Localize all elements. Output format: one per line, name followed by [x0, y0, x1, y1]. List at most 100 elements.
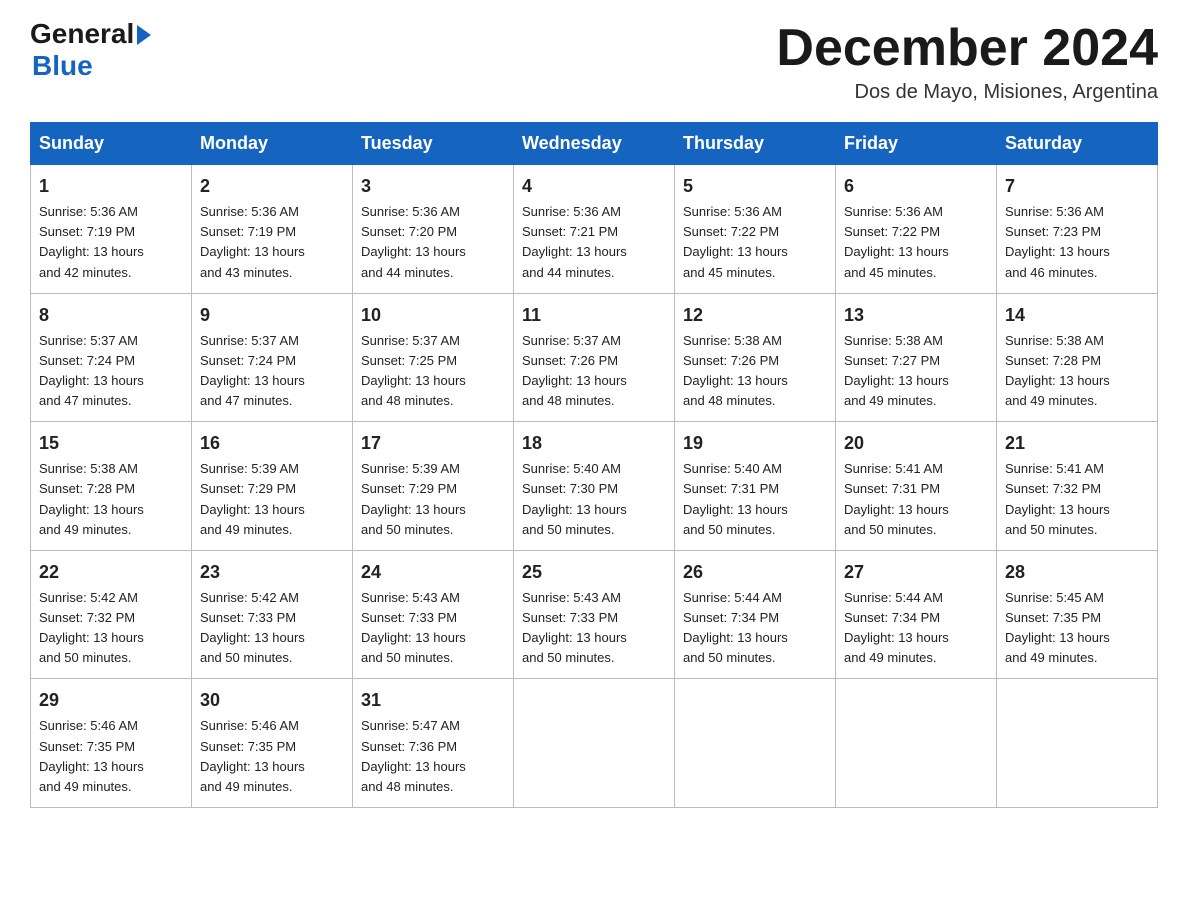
day-number: 20 [844, 430, 988, 457]
day-header-tuesday: Tuesday [353, 123, 514, 165]
calendar-cell: 1 Sunrise: 5:36 AMSunset: 7:19 PMDayligh… [31, 165, 192, 294]
calendar-cell: 20 Sunrise: 5:41 AMSunset: 7:31 PMDaylig… [836, 422, 997, 551]
location-subtitle: Dos de Mayo, Misiones, Argentina [776, 81, 1158, 104]
day-info: Sunrise: 5:36 AMSunset: 7:23 PMDaylight:… [1005, 204, 1110, 279]
calendar-cell: 28 Sunrise: 5:45 AMSunset: 7:35 PMDaylig… [997, 550, 1158, 679]
logo-general-text: General [30, 20, 134, 48]
day-info: Sunrise: 5:42 AMSunset: 7:33 PMDaylight:… [200, 590, 305, 665]
calendar-cell: 31 Sunrise: 5:47 AMSunset: 7:36 PMDaylig… [353, 679, 514, 808]
calendar-cell: 24 Sunrise: 5:43 AMSunset: 7:33 PMDaylig… [353, 550, 514, 679]
day-header-saturday: Saturday [997, 123, 1158, 165]
calendar-cell: 7 Sunrise: 5:36 AMSunset: 7:23 PMDayligh… [997, 165, 1158, 294]
calendar-cell: 11 Sunrise: 5:37 AMSunset: 7:26 PMDaylig… [514, 293, 675, 422]
calendar-cell: 21 Sunrise: 5:41 AMSunset: 7:32 PMDaylig… [997, 422, 1158, 551]
logo-text: General [30, 20, 151, 48]
day-info: Sunrise: 5:41 AMSunset: 7:32 PMDaylight:… [1005, 461, 1110, 536]
day-info: Sunrise: 5:36 AMSunset: 7:22 PMDaylight:… [844, 204, 949, 279]
calendar-cell: 18 Sunrise: 5:40 AMSunset: 7:30 PMDaylig… [514, 422, 675, 551]
calendar-cell: 2 Sunrise: 5:36 AMSunset: 7:19 PMDayligh… [192, 165, 353, 294]
day-number: 24 [361, 559, 505, 586]
day-info: Sunrise: 5:43 AMSunset: 7:33 PMDaylight:… [361, 590, 466, 665]
calendar-cell: 10 Sunrise: 5:37 AMSunset: 7:25 PMDaylig… [353, 293, 514, 422]
day-number: 26 [683, 559, 827, 586]
calendar-cell: 30 Sunrise: 5:46 AMSunset: 7:35 PMDaylig… [192, 679, 353, 808]
calendar-cell [514, 679, 675, 808]
day-number: 16 [200, 430, 344, 457]
day-info: Sunrise: 5:45 AMSunset: 7:35 PMDaylight:… [1005, 590, 1110, 665]
day-info: Sunrise: 5:40 AMSunset: 7:30 PMDaylight:… [522, 461, 627, 536]
day-number: 8 [39, 302, 183, 329]
day-info: Sunrise: 5:43 AMSunset: 7:33 PMDaylight:… [522, 590, 627, 665]
calendar-cell: 15 Sunrise: 5:38 AMSunset: 7:28 PMDaylig… [31, 422, 192, 551]
day-info: Sunrise: 5:36 AMSunset: 7:19 PMDaylight:… [39, 204, 144, 279]
calendar-cell: 8 Sunrise: 5:37 AMSunset: 7:24 PMDayligh… [31, 293, 192, 422]
logo: General Blue [30, 20, 151, 82]
calendar-cell: 3 Sunrise: 5:36 AMSunset: 7:20 PMDayligh… [353, 165, 514, 294]
day-info: Sunrise: 5:37 AMSunset: 7:25 PMDaylight:… [361, 333, 466, 408]
logo-blue-text: Blue [32, 50, 93, 82]
calendar-cell: 13 Sunrise: 5:38 AMSunset: 7:27 PMDaylig… [836, 293, 997, 422]
calendar-cell: 27 Sunrise: 5:44 AMSunset: 7:34 PMDaylig… [836, 550, 997, 679]
day-number: 12 [683, 302, 827, 329]
logo-arrow-icon [137, 25, 151, 45]
day-number: 2 [200, 173, 344, 200]
calendar-cell: 25 Sunrise: 5:43 AMSunset: 7:33 PMDaylig… [514, 550, 675, 679]
calendar-week-row: 22 Sunrise: 5:42 AMSunset: 7:32 PMDaylig… [31, 550, 1158, 679]
day-number: 27 [844, 559, 988, 586]
day-info: Sunrise: 5:39 AMSunset: 7:29 PMDaylight:… [200, 461, 305, 536]
title-area: December 2024 Dos de Mayo, Misiones, Arg… [776, 20, 1158, 104]
calendar-cell [997, 679, 1158, 808]
day-number: 9 [200, 302, 344, 329]
day-info: Sunrise: 5:37 AMSunset: 7:24 PMDaylight:… [39, 333, 144, 408]
day-number: 30 [200, 687, 344, 714]
calendar-week-row: 8 Sunrise: 5:37 AMSunset: 7:24 PMDayligh… [31, 293, 1158, 422]
day-info: Sunrise: 5:44 AMSunset: 7:34 PMDaylight:… [844, 590, 949, 665]
calendar-cell [836, 679, 997, 808]
day-number: 22 [39, 559, 183, 586]
day-info: Sunrise: 5:38 AMSunset: 7:28 PMDaylight:… [39, 461, 144, 536]
day-number: 3 [361, 173, 505, 200]
day-info: Sunrise: 5:41 AMSunset: 7:31 PMDaylight:… [844, 461, 949, 536]
day-info: Sunrise: 5:44 AMSunset: 7:34 PMDaylight:… [683, 590, 788, 665]
day-number: 10 [361, 302, 505, 329]
day-number: 5 [683, 173, 827, 200]
day-header-monday: Monday [192, 123, 353, 165]
day-number: 14 [1005, 302, 1149, 329]
day-header-friday: Friday [836, 123, 997, 165]
day-info: Sunrise: 5:36 AMSunset: 7:21 PMDaylight:… [522, 204, 627, 279]
day-number: 4 [522, 173, 666, 200]
calendar-cell: 29 Sunrise: 5:46 AMSunset: 7:35 PMDaylig… [31, 679, 192, 808]
day-info: Sunrise: 5:46 AMSunset: 7:35 PMDaylight:… [200, 718, 305, 793]
calendar-cell [675, 679, 836, 808]
day-number: 29 [39, 687, 183, 714]
calendar-cell: 9 Sunrise: 5:37 AMSunset: 7:24 PMDayligh… [192, 293, 353, 422]
page-header: General Blue December 2024 Dos de Mayo, … [30, 20, 1158, 104]
calendar-cell: 16 Sunrise: 5:39 AMSunset: 7:29 PMDaylig… [192, 422, 353, 551]
day-number: 11 [522, 302, 666, 329]
day-info: Sunrise: 5:36 AMSunset: 7:22 PMDaylight:… [683, 204, 788, 279]
day-info: Sunrise: 5:46 AMSunset: 7:35 PMDaylight:… [39, 718, 144, 793]
day-number: 18 [522, 430, 666, 457]
day-info: Sunrise: 5:36 AMSunset: 7:20 PMDaylight:… [361, 204, 466, 279]
day-header-thursday: Thursday [675, 123, 836, 165]
calendar-cell: 23 Sunrise: 5:42 AMSunset: 7:33 PMDaylig… [192, 550, 353, 679]
calendar-cell: 12 Sunrise: 5:38 AMSunset: 7:26 PMDaylig… [675, 293, 836, 422]
day-info: Sunrise: 5:38 AMSunset: 7:27 PMDaylight:… [844, 333, 949, 408]
calendar-cell: 19 Sunrise: 5:40 AMSunset: 7:31 PMDaylig… [675, 422, 836, 551]
day-number: 17 [361, 430, 505, 457]
day-header-wednesday: Wednesday [514, 123, 675, 165]
days-header-row: SundayMondayTuesdayWednesdayThursdayFrid… [31, 123, 1158, 165]
day-number: 15 [39, 430, 183, 457]
calendar-cell: 26 Sunrise: 5:44 AMSunset: 7:34 PMDaylig… [675, 550, 836, 679]
day-number: 6 [844, 173, 988, 200]
day-info: Sunrise: 5:39 AMSunset: 7:29 PMDaylight:… [361, 461, 466, 536]
day-info: Sunrise: 5:38 AMSunset: 7:26 PMDaylight:… [683, 333, 788, 408]
day-number: 1 [39, 173, 183, 200]
day-number: 25 [522, 559, 666, 586]
day-number: 31 [361, 687, 505, 714]
day-info: Sunrise: 5:42 AMSunset: 7:32 PMDaylight:… [39, 590, 144, 665]
calendar-week-row: 1 Sunrise: 5:36 AMSunset: 7:19 PMDayligh… [31, 165, 1158, 294]
calendar-cell: 5 Sunrise: 5:36 AMSunset: 7:22 PMDayligh… [675, 165, 836, 294]
calendar-week-row: 29 Sunrise: 5:46 AMSunset: 7:35 PMDaylig… [31, 679, 1158, 808]
day-header-sunday: Sunday [31, 123, 192, 165]
